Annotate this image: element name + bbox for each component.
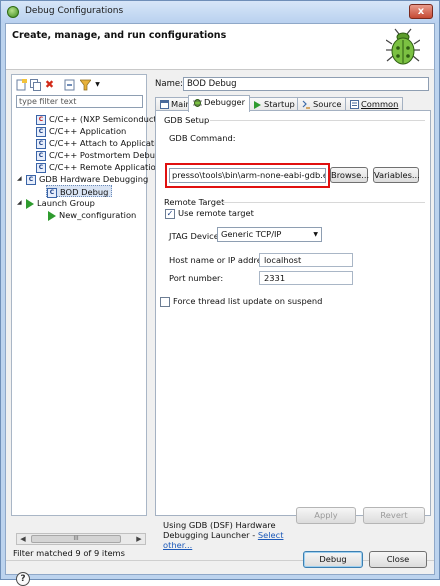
- window-close-button[interactable]: x: [409, 4, 433, 19]
- dropdown-icon[interactable]: ▼: [92, 79, 103, 91]
- source-tab-icon: [302, 100, 310, 109]
- config-editor-panel: Name: BOD Debug Main Debugger Startup So…: [153, 74, 433, 516]
- tab-debugger[interactable]: Debugger: [188, 95, 251, 112]
- main-tab-icon: [160, 100, 169, 109]
- filter-status: Filter matched 9 of 9 items: [13, 548, 125, 558]
- horizontal-scrollbar[interactable]: ◀ III ▶: [16, 533, 146, 545]
- tree-item-postmortem[interactable]: C C/C++ Postmortem Debug: [36, 149, 160, 161]
- c-config-icon: C: [26, 174, 36, 185]
- name-input[interactable]: BOD Debug: [183, 77, 429, 91]
- startup-tab-icon: [254, 100, 261, 109]
- tab-common[interactable]: Common: [345, 97, 404, 111]
- gdb-setup-divider: [210, 120, 425, 121]
- jtag-device-label: JTAG Device:: [169, 231, 222, 241]
- c-config-icon: C: [36, 126, 46, 137]
- port-label: Port number:: [169, 273, 224, 283]
- gdb-command-label: GDB Command:: [169, 133, 236, 143]
- tree-item-bod-debug[interactable]: C BOD Debug: [46, 185, 113, 198]
- close-button[interactable]: Close: [369, 551, 427, 568]
- tree-toolbar: ✖ ▼: [16, 79, 142, 93]
- host-input[interactable]: localhost: [259, 253, 353, 267]
- apply-button[interactable]: Apply: [296, 507, 356, 524]
- debug-button[interactable]: Debug: [303, 551, 363, 568]
- c-config-icon: C: [36, 150, 46, 161]
- dialog-banner: Create, manage, and run configurations: [6, 24, 434, 70]
- tab-startup[interactable]: Startup: [249, 97, 300, 111]
- tree-item-gdb-hardware-debugging[interactable]: C GDB Hardware Debugging: [26, 173, 148, 185]
- gdb-setup-heading: GDB Setup: [164, 115, 210, 125]
- debug-bug-icon: [386, 28, 420, 65]
- debugger-tab-icon: [193, 99, 202, 107]
- filter-icon[interactable]: [79, 79, 92, 91]
- banner-title: Create, manage, and run configurations: [12, 30, 227, 41]
- scroll-thumb[interactable]: III: [31, 535, 121, 543]
- force-thread-update-row[interactable]: Force thread list update on suspend: [160, 296, 322, 307]
- host-label: Host name or IP address:: [169, 255, 274, 265]
- dialog-body: Create, manage, and run configurations ✖…: [5, 23, 435, 586]
- tree-item-cpp-application[interactable]: C C/C++ Application: [36, 125, 126, 137]
- filter-input[interactable]: type filter text: [16, 95, 143, 108]
- scroll-right-icon[interactable]: ▶: [133, 534, 145, 544]
- name-label: Name:: [155, 79, 183, 89]
- c-config-icon: C: [36, 114, 46, 125]
- new-launch-config-icon[interactable]: [16, 79, 27, 91]
- launcher-info: Using GDB (DSF) Hardware Debugging Launc…: [163, 520, 284, 550]
- help-icon[interactable]: ?: [16, 572, 30, 586]
- scroll-left-icon[interactable]: ◀: [17, 534, 29, 544]
- gdb-command-input[interactable]: presso\tools\bin\arm-none-eabi-gdb.exe: [169, 168, 326, 183]
- expand-toggle-gdb-hw[interactable]: ◢: [17, 173, 24, 185]
- launch-config-icon: [48, 210, 56, 221]
- revert-button[interactable]: Revert: [363, 507, 425, 524]
- c-config-icon: C: [36, 162, 46, 173]
- variables-button[interactable]: Variables...: [373, 167, 420, 183]
- c-config-icon: C: [36, 138, 46, 149]
- common-tab-icon: [350, 100, 359, 109]
- tree-item-new-configuration[interactable]: New_configuration: [48, 209, 136, 221]
- debug-configurations-window: Debug Configurations x Create, manage, a…: [0, 0, 440, 586]
- jtag-device-select[interactable]: Generic TCP/IP ▼: [217, 227, 322, 242]
- chevron-down-icon: ▼: [313, 231, 318, 238]
- bug-icon: [7, 6, 19, 18]
- collapse-all-icon[interactable]: [64, 79, 75, 91]
- debugger-tab-panel: GDB Setup GDB Command: presso\tools\bin\…: [155, 110, 431, 516]
- port-input[interactable]: 2331: [259, 271, 353, 285]
- delete-icon[interactable]: ✖: [44, 79, 55, 91]
- config-tabs: Main Debugger Startup Source Common: [155, 95, 431, 112]
- tree-item-attach[interactable]: C C/C++ Attach to Applicatic: [36, 137, 161, 149]
- browse-button[interactable]: Browse...: [330, 167, 369, 183]
- remote-target-divider: [222, 202, 425, 203]
- title-bar[interactable]: Debug Configurations x: [1, 1, 439, 23]
- expand-toggle-launch-group[interactable]: ◢: [17, 197, 24, 209]
- launch-config-tree-panel: ✖ ▼ type filter text C C/C++ (NXP Semicon…: [11, 74, 162, 545]
- tree-item-remote-application[interactable]: C C/C++ Remote Application: [36, 161, 161, 173]
- tree-item-nxp[interactable]: C C/C++ (NXP Semiconducto: [36, 113, 162, 125]
- use-remote-target-checkbox[interactable]: ✓: [165, 208, 175, 219]
- remote-target-heading: Remote Target: [164, 197, 225, 207]
- tab-source[interactable]: Source: [297, 97, 347, 111]
- use-remote-target-row[interactable]: ✓ Use remote target: [165, 208, 254, 219]
- c-config-icon: C: [47, 187, 57, 198]
- launch-group-icon: [26, 198, 34, 209]
- tree-item-launch-group[interactable]: Launch Group: [26, 197, 95, 209]
- window-title: Debug Configurations: [25, 6, 124, 16]
- duplicate-icon[interactable]: [30, 79, 41, 91]
- force-thread-update-checkbox[interactable]: [160, 296, 170, 307]
